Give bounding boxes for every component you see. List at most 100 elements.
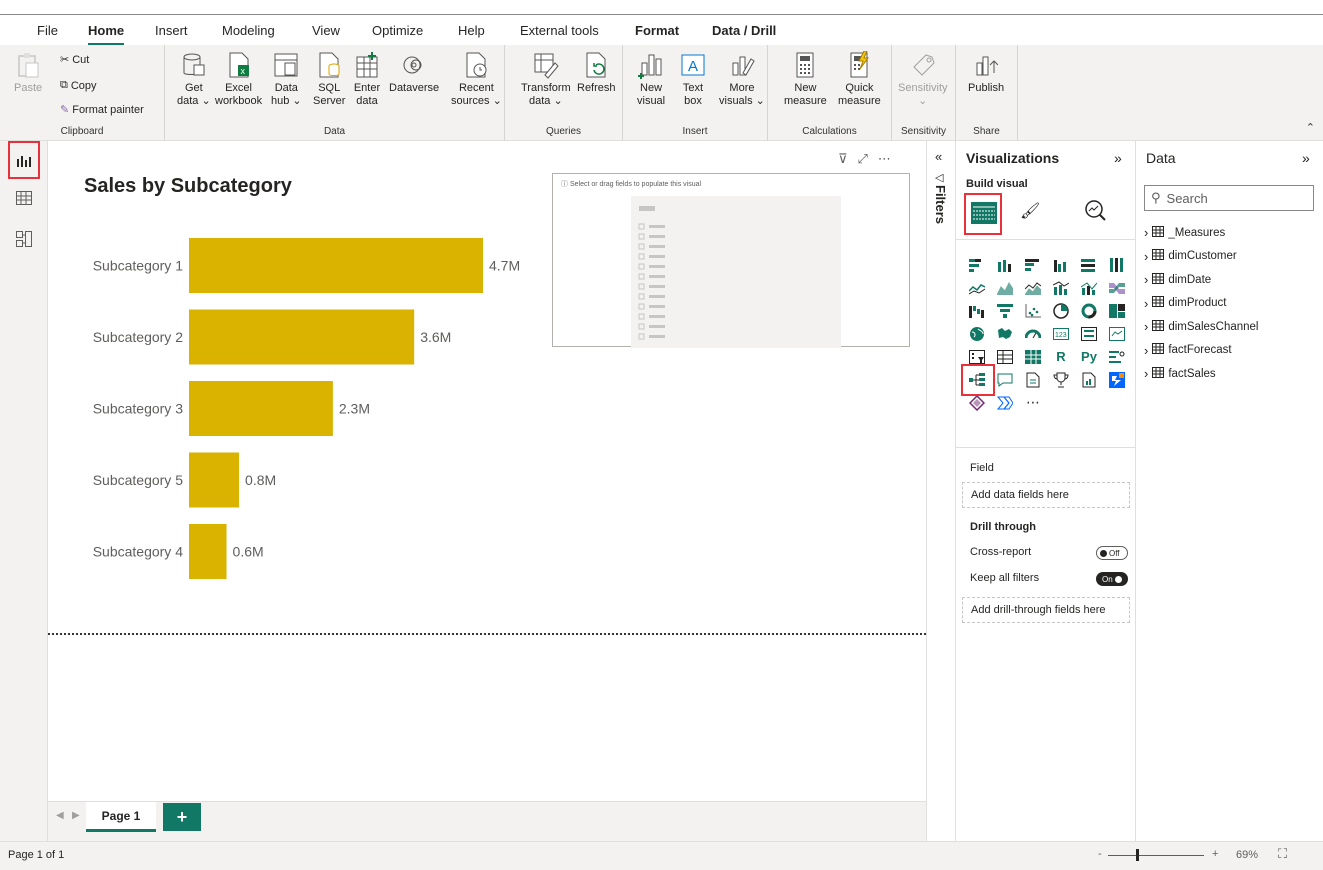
map-icon[interactable]	[964, 324, 990, 344]
get-data-button[interactable]: Get data ⌄	[177, 51, 211, 108]
tab-data-drill[interactable]: Data / Drill	[700, 15, 789, 46]
chevron-right-icon[interactable]: ›	[1144, 319, 1148, 334]
bar[interactable]	[189, 452, 240, 508]
bar[interactable]	[189, 238, 483, 293]
gauge-icon[interactable]	[1020, 324, 1046, 344]
refresh-button[interactable]: Refresh	[577, 51, 616, 95]
keep-all-filters-toggle[interactable]: On	[1096, 572, 1128, 586]
100-stacked-bar-chart-icon[interactable]	[1076, 255, 1102, 275]
filters-pane-collapsed[interactable]: « ◁ Filters	[926, 141, 956, 841]
prev-page-icon[interactable]: ◀	[56, 810, 64, 821]
data-hub-button[interactable]: Data hub ⌄	[271, 51, 302, 108]
clustered-column-chart-icon[interactable]	[1048, 255, 1074, 275]
chevron-right-icon[interactable]: ›	[1144, 272, 1148, 287]
matrix-icon[interactable]	[1020, 347, 1046, 367]
expand-filters-icon[interactable]: «	[935, 149, 942, 164]
table-item[interactable]: › factForecast	[1144, 343, 1232, 358]
donut-chart-icon[interactable]	[1076, 301, 1102, 321]
add-page-button[interactable]: +	[163, 803, 201, 831]
dataverse-button[interactable]: Dataverse	[389, 51, 439, 95]
next-page-icon[interactable]: ▶	[72, 810, 80, 821]
tab-optimize[interactable]: Optimize	[372, 23, 423, 46]
python-visual-icon[interactable]: Py	[1076, 347, 1102, 367]
zoom-slider[interactable]	[1108, 855, 1204, 856]
collapse-data-pane-icon[interactable]: »	[1302, 150, 1310, 166]
bar-chart[interactable]: Subcategory 1 4.7M Subcategory 2 3.6M Subcat…	[48, 221, 548, 681]
bar[interactable]	[189, 524, 227, 579]
tab-modeling[interactable]: Modeling	[222, 23, 275, 46]
new-visual-button[interactable]: New visual	[637, 51, 665, 108]
recent-sources-button[interactable]: Recent sources ⌄	[451, 51, 502, 108]
chevron-right-icon[interactable]: ›	[1144, 225, 1148, 240]
drill-through-drop-zone[interactable]: Add drill-through fields here	[962, 597, 1130, 623]
zoom-in-button[interactable]: +	[1212, 848, 1218, 860]
line-and-clustered-column-chart-icon[interactable]	[1076, 278, 1102, 298]
transform-data-button[interactable]: Transform data ⌄	[521, 51, 571, 108]
sql-server-button[interactable]: SQL Server	[313, 51, 345, 108]
sensitivity-button[interactable]: Sensitivity ⌄	[898, 51, 948, 108]
tab-help[interactable]: Help	[458, 23, 485, 46]
tab-view[interactable]: View	[312, 23, 340, 46]
format-visual-tab[interactable]: 🖌	[1020, 201, 1040, 221]
funnel-chart-icon[interactable]	[992, 301, 1018, 321]
chevron-right-icon[interactable]: ›	[1144, 366, 1148, 381]
get-more-visuals-icon[interactable]: ⋯	[1020, 393, 1046, 413]
smart-narrative-icon[interactable]	[1020, 370, 1046, 390]
table-item[interactable]: › dimCustomer	[1144, 249, 1237, 264]
kpi-icon[interactable]	[1104, 324, 1130, 344]
multi-row-card-icon[interactable]	[1076, 324, 1102, 344]
waterfall-chart-icon[interactable]	[964, 301, 990, 321]
table-icon[interactable]	[992, 347, 1018, 367]
table-item[interactable]: › factSales	[1144, 366, 1216, 381]
pie-chart-icon[interactable]	[1048, 301, 1074, 321]
bar[interactable]	[189, 309, 415, 365]
format-painter-button[interactable]: ✎ Format painter	[60, 103, 144, 117]
bar[interactable]	[189, 381, 333, 436]
chevron-right-icon[interactable]: ›	[1144, 343, 1148, 358]
page-tab[interactable]: Page 1	[86, 802, 156, 832]
table-item[interactable]: › dimProduct	[1144, 296, 1227, 311]
tab-format[interactable]: Format	[623, 15, 692, 46]
line-and-stacked-column-chart-icon[interactable]	[1048, 278, 1074, 298]
chevron-right-icon[interactable]: ›	[1144, 296, 1148, 311]
chevron-right-icon[interactable]: ›	[1144, 249, 1148, 264]
r-script-visual-icon[interactable]: R	[1048, 347, 1074, 367]
analytics-tab[interactable]	[1084, 199, 1106, 224]
table-view-icon[interactable]	[12, 186, 36, 210]
more-options-icon[interactable]: ⋯	[878, 151, 891, 167]
field-drop-zone[interactable]: Add data fields here	[962, 482, 1130, 508]
copy-button[interactable]: ⧉ Copy	[60, 79, 97, 92]
zoom-out-button[interactable]: -	[1098, 848, 1102, 860]
model-view-icon[interactable]	[12, 227, 36, 251]
qa-visual-icon[interactable]	[992, 370, 1018, 390]
collapse-ribbon-icon[interactable]: ⌃	[1306, 121, 1315, 134]
power-automate-flow-icon[interactable]	[992, 393, 1018, 413]
line-chart-icon[interactable]	[964, 278, 990, 298]
cut-button[interactable]: ✂ Cut	[60, 53, 89, 67]
area-chart-icon[interactable]	[992, 278, 1018, 298]
tab-external-tools[interactable]: External tools	[520, 23, 599, 46]
stacked-bar-chart-icon[interactable]	[964, 255, 990, 275]
key-influencers-icon[interactable]	[1104, 347, 1130, 367]
enter-data-button[interactable]: Enter data	[353, 51, 381, 108]
report-canvas[interactable]: Sales by Subcategory Subcategory 1 4.7M Su…	[48, 141, 926, 801]
clustered-bar-chart-icon[interactable]	[1020, 255, 1046, 275]
filter-icon[interactable]: ⊽	[838, 151, 848, 167]
table-item[interactable]: › _Measures	[1144, 225, 1225, 240]
metrics-trophy-icon[interactable]	[1048, 370, 1074, 390]
table-item[interactable]: › dimDate	[1144, 272, 1211, 287]
stacked-column-chart-icon[interactable]	[992, 255, 1018, 275]
tab-home[interactable]: Home	[88, 23, 125, 46]
tab-insert[interactable]: Insert	[155, 23, 188, 46]
zoom-slider-thumb[interactable]	[1136, 849, 1139, 861]
tab-file[interactable]: File	[37, 23, 58, 46]
table-item[interactable]: › dimSalesChannel	[1144, 319, 1258, 334]
focus-mode-icon[interactable]: ⤢	[858, 151, 868, 167]
100-stacked-column-chart-icon[interactable]	[1104, 255, 1130, 275]
paste-button[interactable]: Paste	[14, 51, 42, 95]
cross-report-toggle[interactable]: Off	[1096, 546, 1128, 560]
text-box-button[interactable]: A Text box	[679, 51, 707, 108]
excel-workbook-button[interactable]: x Excel workbook	[215, 51, 262, 108]
new-measure-button[interactable]: New measure	[784, 51, 827, 108]
scatter-chart-icon[interactable]	[1020, 301, 1046, 321]
